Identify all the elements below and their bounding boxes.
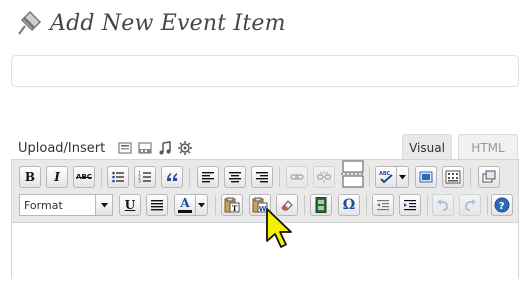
help-icon: ? xyxy=(494,197,510,213)
special-character-button[interactable]: Ω xyxy=(338,194,360,216)
mouse-cursor-icon xyxy=(266,208,292,248)
text-color-button[interactable]: A xyxy=(174,194,196,216)
read-more-icon xyxy=(341,160,365,188)
svg-text:3: 3 xyxy=(138,179,141,185)
redo-icon xyxy=(464,199,476,211)
insert-more-button[interactable] xyxy=(340,160,366,188)
indent-icon xyxy=(404,200,416,211)
toolbar-separator xyxy=(487,195,488,215)
redo-button[interactable] xyxy=(459,194,481,216)
strikethrough-button[interactable]: ABC xyxy=(73,166,95,188)
text-color-dropdown[interactable] xyxy=(196,194,208,216)
toolbar-separator xyxy=(101,167,102,187)
fullscreen-button[interactable] xyxy=(415,166,437,188)
justify-button[interactable] xyxy=(146,194,168,216)
paste-as-text-button[interactable]: T xyxy=(221,194,243,216)
chevron-down-icon xyxy=(399,174,406,179)
text-color-label: A xyxy=(180,196,190,210)
fullscreen-icon xyxy=(419,171,433,183)
format-select-arrow[interactable] xyxy=(95,195,112,215)
chevron-down-icon xyxy=(100,202,108,207)
align-center-button[interactable] xyxy=(224,166,246,188)
pushpin-icon xyxy=(10,8,44,38)
toolbar-separator xyxy=(369,167,370,187)
bold-button[interactable]: B xyxy=(19,166,41,188)
kitchen-sink-button[interactable] xyxy=(442,166,464,188)
add-video-icon[interactable] xyxy=(137,140,153,156)
numbered-list-icon: 123 xyxy=(138,171,151,185)
format-select[interactable]: Format xyxy=(19,194,113,216)
tab-visual[interactable]: Visual xyxy=(402,134,452,160)
format-select-value: Format xyxy=(24,198,63,212)
underline-button[interactable]: U xyxy=(119,194,141,216)
svg-text:?: ? xyxy=(499,201,505,212)
align-right-icon xyxy=(256,172,268,183)
toolbar-separator xyxy=(366,195,367,215)
media-window-icon xyxy=(482,170,496,183)
bullet-list-icon xyxy=(112,171,124,183)
unlink-button[interactable] xyxy=(313,166,335,188)
add-audio-icon[interactable] xyxy=(157,140,173,156)
insert-media-button[interactable] xyxy=(478,166,500,188)
undo-button[interactable] xyxy=(432,194,454,216)
toolbar-separator xyxy=(189,167,190,187)
page-header: Add New Event Item xyxy=(10,6,286,40)
blockquote-icon xyxy=(167,173,177,181)
align-left-button[interactable] xyxy=(197,166,219,188)
italic-label: I xyxy=(54,170,60,184)
chevron-down-icon xyxy=(198,202,205,207)
align-center-icon xyxy=(229,172,241,183)
toolbar-separator xyxy=(279,167,280,187)
underline-label: U xyxy=(124,198,136,212)
link-icon xyxy=(290,174,304,180)
outdent-icon xyxy=(377,200,389,211)
spellcheck-dropdown[interactable] xyxy=(397,166,409,188)
text-color-swatch xyxy=(178,210,192,213)
spellcheck-button[interactable]: ABC xyxy=(375,166,397,188)
undo-icon xyxy=(437,199,449,211)
tab-html[interactable]: HTML xyxy=(458,134,518,160)
unlink-icon xyxy=(317,171,331,183)
indent-button[interactable] xyxy=(399,194,421,216)
kitchen-sink-icon xyxy=(445,170,461,184)
paste-text-icon: T xyxy=(224,197,240,213)
upload-insert-label: Upload/Insert xyxy=(18,140,106,156)
add-media-icon[interactable] xyxy=(177,140,193,156)
post-title-input[interactable] xyxy=(11,55,519,87)
blockquote-button[interactable] xyxy=(161,166,183,188)
svg-text:ABC: ABC xyxy=(379,171,391,177)
media-buttons: Upload/Insert xyxy=(18,139,193,157)
add-image-icon[interactable] xyxy=(117,140,133,156)
toolbar-separator xyxy=(215,195,216,215)
align-right-button[interactable] xyxy=(251,166,273,188)
outdent-button[interactable] xyxy=(372,194,394,216)
align-left-icon xyxy=(202,172,214,183)
toolbar-separator xyxy=(470,167,471,187)
numbered-list-button[interactable]: 123 xyxy=(134,166,156,188)
film-icon xyxy=(315,197,327,213)
strikethrough-label: ABC xyxy=(76,173,92,181)
insert-link-button[interactable] xyxy=(286,166,308,188)
spellcheck-icon: ABC xyxy=(379,171,393,184)
align-justify-icon xyxy=(151,200,163,211)
toolbar-separator xyxy=(427,195,428,215)
svg-text:T: T xyxy=(232,204,238,213)
insert-video-button[interactable] xyxy=(310,194,332,216)
omega-icon: Ω xyxy=(342,197,356,213)
italic-button[interactable]: I xyxy=(46,166,68,188)
bold-label: B xyxy=(24,170,36,184)
help-button[interactable]: ? xyxy=(491,194,513,216)
page-title: Add New Event Item xyxy=(50,10,286,36)
text-color-icon: A xyxy=(178,197,192,213)
toolbar-separator xyxy=(304,195,305,215)
bullet-list-button[interactable] xyxy=(107,166,129,188)
